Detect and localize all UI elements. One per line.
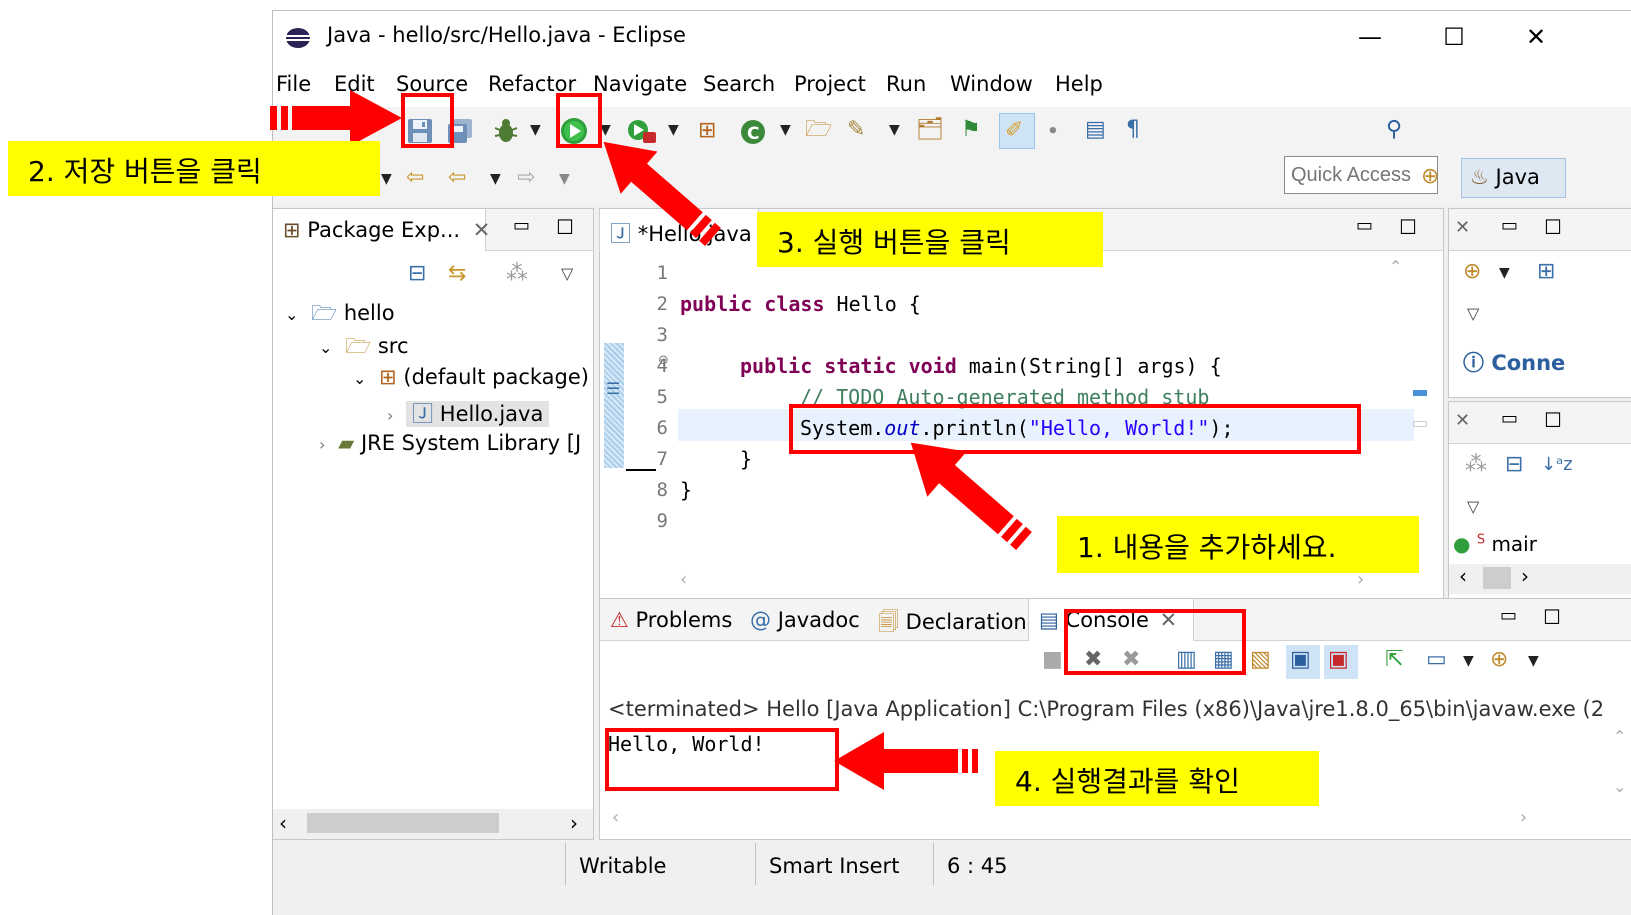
arrow-to-save-icon (270, 90, 402, 146)
annotation-step-1: 1. 내용을 추가하세요. (1057, 516, 1419, 573)
arrow-to-run-icon (603, 141, 721, 247)
arrow-to-console-output-icon (834, 732, 978, 790)
arrow-to-code-icon (910, 442, 1032, 551)
annotation-arrows (270, 90, 1032, 790)
annotation-step-3: 3. 실행 버튼을 클릭 (757, 212, 1103, 267)
annotation-step-2: 2. 저장 버튼을 클릭 (8, 141, 380, 196)
annotation-step-4: 4. 실행결과를 확인 (995, 751, 1319, 806)
